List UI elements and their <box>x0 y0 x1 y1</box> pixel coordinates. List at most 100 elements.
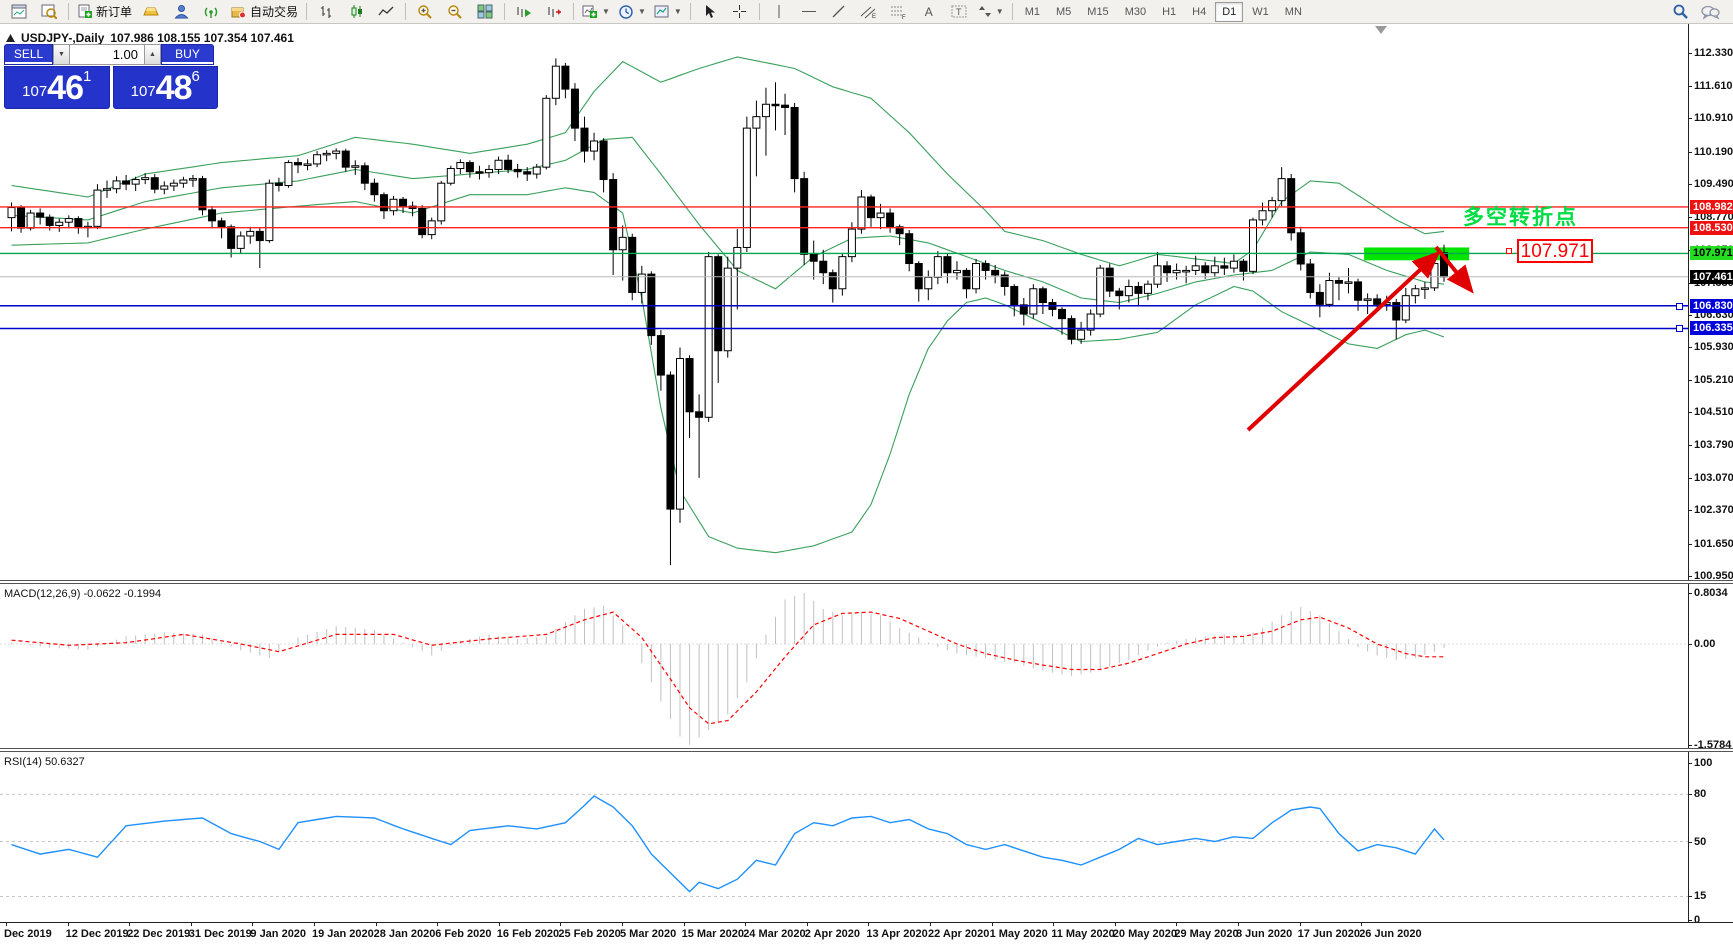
text-label-tool-icon[interactable]: T <box>944 1 974 23</box>
gold-icon[interactable] <box>136 1 166 23</box>
dropdown-arrow-icon: ▼ <box>638 7 646 16</box>
buy-button[interactable]: BUY <box>161 44 214 65</box>
candlestick-chart-icon[interactable] <box>341 1 371 23</box>
axis-tick-mark <box>1688 896 1692 897</box>
date-tick-mark <box>1053 922 1054 926</box>
price-level-label[interactable]: 107.971 <box>1517 239 1593 263</box>
macd-header: MACD(12,26,9) -0.0622 -0.1994 <box>4 588 161 600</box>
zoom-in-icon[interactable] <box>410 1 440 23</box>
timeframe-button-mn[interactable]: MN <box>1278 2 1309 22</box>
rsi-pane-splitter[interactable] <box>0 748 1733 752</box>
hline-handle[interactable] <box>1676 325 1683 332</box>
trade-prices-row: 107461 107486 <box>4 66 218 109</box>
profiles-icon[interactable] <box>34 1 64 23</box>
vertical-line-tool-icon[interactable] <box>764 1 794 23</box>
timeframe-button-m15[interactable]: M15 <box>1080 2 1115 22</box>
price-badge: 107.461 <box>1690 270 1733 284</box>
sell-button[interactable]: SELL <box>4 44 53 65</box>
timeframe-button-m5[interactable]: M5 <box>1049 2 1078 22</box>
buy-price-pips: 48 <box>156 71 192 105</box>
autotrading-button[interactable]: 自动交易 <box>226 1 302 23</box>
axis-tick-mark <box>1688 445 1692 446</box>
macd-indicator-canvas[interactable] <box>0 584 1688 748</box>
crosshair-tool-icon[interactable] <box>725 1 755 23</box>
timeframe-button-h4[interactable]: H4 <box>1185 2 1213 22</box>
dropdown-arrow-icon: ▼ <box>602 7 610 16</box>
date-label: 5 Mar 2020 <box>620 928 676 940</box>
autotrading-label: 自动交易 <box>250 3 298 20</box>
macd-pane-splitter[interactable] <box>0 580 1733 584</box>
price-label-handle[interactable] <box>1506 248 1512 254</box>
date-label: Dec 2019 <box>4 928 52 940</box>
axis-tick-mark <box>1688 745 1692 746</box>
axis-tick-mark <box>1688 118 1692 119</box>
fibonacci-tool-icon[interactable]: F <box>884 1 914 23</box>
date-label: 2 Apr 2020 <box>805 928 860 940</box>
axis-tick-mark <box>1688 478 1692 479</box>
channel-tool-icon[interactable]: E <box>854 1 884 23</box>
chart-shift-icon[interactable] <box>539 1 569 23</box>
chart-shift-marker[interactable] <box>1375 26 1387 34</box>
date-tick-mark <box>745 922 746 926</box>
templates-icon[interactable]: ▼ <box>650 1 686 23</box>
timeframe-button-w1[interactable]: W1 <box>1245 2 1276 22</box>
axis-tick-mark <box>1688 510 1692 511</box>
date-tick-mark <box>622 922 623 926</box>
date-tick-mark <box>499 922 500 926</box>
accounts-icon[interactable] <box>166 1 196 23</box>
timeframe-button-m30[interactable]: M30 <box>1118 2 1153 22</box>
buy-price-button[interactable]: 107486 <box>113 66 219 109</box>
date-label: 20 May 2020 <box>1113 928 1177 940</box>
volume-decrease-button[interactable]: ▼ <box>53 44 70 65</box>
turning-point-annotation[interactable]: 多空转折点 <box>1463 201 1578 231</box>
line-chart-icon[interactable] <box>371 1 401 23</box>
community-chat-icon[interactable] <box>1695 1 1725 23</box>
axis-tick-mark <box>1688 763 1692 764</box>
date-label: 25 Feb 2020 <box>558 928 620 940</box>
rsi-axis-label: 15 <box>1694 890 1706 902</box>
cursor-tool-icon[interactable] <box>695 1 725 23</box>
symbol-title: USDJPY-,Daily <box>21 31 104 45</box>
new-order-button[interactable]: 新订单 <box>73 1 136 23</box>
date-tick-mark <box>1176 922 1177 926</box>
signals-icon[interactable] <box>196 1 226 23</box>
svg-text:T: T <box>956 7 962 17</box>
buy-price-prefix: 107 <box>131 79 156 105</box>
period-clock-icon[interactable]: ▼ <box>614 1 650 23</box>
trendline-tool-icon[interactable] <box>824 1 854 23</box>
charts-window-icon[interactable] <box>4 1 34 23</box>
tile-windows-icon[interactable] <box>470 1 500 23</box>
price-tick-label: 105.930 <box>1694 341 1733 353</box>
toolbar-separator <box>306 3 307 20</box>
price-tick-label: 111.610 <box>1694 80 1733 92</box>
rsi-indicator-canvas[interactable] <box>0 752 1688 922</box>
hline-handle[interactable] <box>1676 303 1683 310</box>
axis-tick-mark <box>1688 576 1692 577</box>
date-tick-mark <box>376 922 377 926</box>
price-axis[interactable]: 112.330111.610110.910110.190109.490108.7… <box>1688 24 1733 922</box>
axis-tick-mark <box>1688 842 1692 843</box>
new-indicator-button[interactable]: ▼ <box>578 1 614 23</box>
text-tool-icon[interactable]: A <box>914 1 944 23</box>
arrows-tool-icon[interactable]: ▼ <box>974 1 1008 23</box>
axis-tick-mark <box>1688 593 1692 594</box>
timeframe-button-d1[interactable]: D1 <box>1215 2 1243 22</box>
price-tick-label: 109.490 <box>1694 178 1733 190</box>
spinner-up-icon: ▲ <box>149 51 156 58</box>
sell-price-button[interactable]: 107461 <box>4 66 110 109</box>
timeframe-button-h1[interactable]: H1 <box>1155 2 1183 22</box>
sell-button-label: SELL <box>14 47 43 61</box>
auto-scroll-icon[interactable] <box>509 1 539 23</box>
axis-tick-mark <box>1688 315 1692 316</box>
zoom-out-icon[interactable] <box>440 1 470 23</box>
main-chart-canvas[interactable] <box>0 24 1688 580</box>
price-badge: 107.971 <box>1690 246 1733 260</box>
horizontal-line-tool-icon[interactable] <box>794 1 824 23</box>
axis-tick-mark <box>1688 412 1692 413</box>
price-tick-label: 110.910 <box>1694 112 1733 124</box>
volume-input[interactable]: 1.00 <box>70 44 144 65</box>
timeframe-button-m1[interactable]: M1 <box>1018 2 1047 22</box>
volume-increase-button[interactable]: ▲ <box>144 44 161 65</box>
bar-chart-icon[interactable] <box>311 1 341 23</box>
search-icon[interactable] <box>1665 1 1695 23</box>
